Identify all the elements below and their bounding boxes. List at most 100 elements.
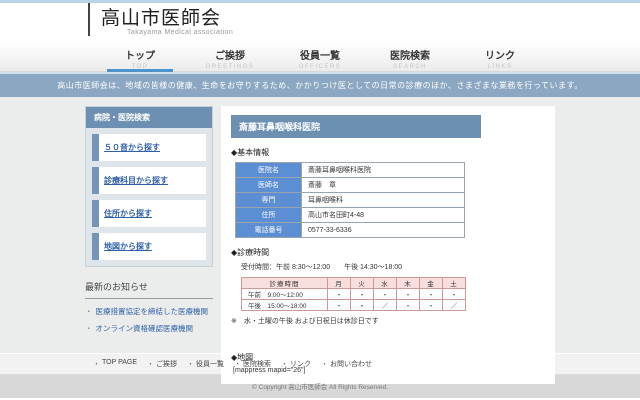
nav-sublabel: OFFICERS — [275, 64, 365, 70]
footer-link-top-page[interactable]: ・ TOP PAGE — [93, 359, 137, 369]
hours-header: 水 — [374, 278, 397, 289]
footer-link-label: リンク — [290, 359, 311, 369]
bullet: ・ — [281, 359, 288, 369]
availability-mark: ・ — [328, 300, 351, 311]
table-row: 電話番号 0577-33-6336 — [236, 223, 465, 238]
table-row: 午後 15:00～18:00 ・ ・ ／ ・ ・ ／ — [242, 300, 466, 311]
table-row: 午前 9:00～12:00 ・ ・ ・ ・ ・ ・ — [242, 289, 466, 300]
hours-heading: ◆診療時間 — [231, 247, 545, 258]
nav-label: リンク — [455, 47, 545, 62]
clinic-name-title: 斎藤耳鼻咽喉科医院 — [231, 115, 481, 138]
consultation-hours-table: 診療時間 月 火 水 木 金 土 午前 9:00～12:00 ・ ・ ・ ・ ・… — [241, 277, 466, 311]
nav-label: 医院検索 — [365, 47, 455, 62]
info-value: 斎藤耳鼻咽喉科医院 — [302, 163, 465, 178]
item-accent-bar — [92, 233, 99, 260]
hours-header: 火 — [351, 278, 374, 289]
site-subtitle: Takayama Medical association — [127, 29, 233, 36]
nav-item-search[interactable]: 医院検索 SEARCH — [365, 42, 455, 71]
availability-mark: ／ — [443, 300, 466, 311]
bullet: ・ — [234, 359, 241, 369]
bullet: ・ — [85, 323, 93, 334]
hours-header: 土 — [443, 278, 466, 289]
main-area: 病院・医院検索 ５０音から探す 診療科目から探す 住所から探す — [0, 97, 640, 353]
map-heading: ◆地図 — [231, 352, 545, 363]
sidebar-item-label: 住所から探す — [99, 200, 157, 227]
item-accent-bar — [92, 167, 99, 194]
footer-link-label: TOP PAGE — [102, 359, 137, 369]
map-shortcode: [mappress mapid="26"] — [233, 367, 545, 374]
nav-item-greetings[interactable]: ご挨拶 GREETINGS — [185, 42, 275, 71]
table-row: 医師名 斎藤 章 — [236, 178, 465, 193]
table-row: 医院名 斎藤耳鼻咽喉科医院 — [236, 163, 465, 178]
availability-mark: ・ — [328, 289, 351, 300]
availability-mark: ／ — [374, 300, 397, 311]
main-nav: トップ TOP ご挨拶 GREETINGS 役員一覧 OFFICERS 医院検索… — [0, 42, 640, 72]
news-link-label: 医療措置協定を締結した医療機関 — [96, 306, 209, 317]
hours-header: 木 — [397, 278, 420, 289]
availability-mark: ・ — [420, 300, 443, 311]
basic-info-table: 医院名 斎藤耳鼻咽喉科医院 医師名 斎藤 章 専門 耳鼻咽喉科 住所 高山市名田… — [235, 162, 465, 238]
news-link-online-certification[interactable]: ・ オンライン資格確認医療機関 — [85, 323, 213, 334]
table-row: 住所 高山市名田町4-48 — [236, 208, 465, 223]
nav-item-officers[interactable]: 役員一覧 OFFICERS — [275, 42, 365, 71]
footer-link-contact[interactable]: ・ お問い合わせ — [321, 359, 372, 369]
info-label: 医師名 — [236, 178, 302, 193]
site-header: 高山市医師会 Takayama Medical association — [0, 3, 640, 42]
footer-link-clinic-search[interactable]: ・ 医院検索 — [234, 359, 271, 369]
info-label: 専門 — [236, 193, 302, 208]
sidebar-item-search-by-map[interactable]: 地図から探す — [92, 233, 206, 260]
news-title: 最新のお知らせ — [85, 280, 213, 299]
hours-header: 月 — [328, 278, 351, 289]
sidebar-item-label: 地図から探す — [99, 233, 157, 260]
intro-banner: 高山市医師会は、地域の皆様の健康、生命をお守りするため、かかりつけ医としての日常… — [0, 74, 640, 97]
site-logo[interactable]: 高山市医師会 Takayama Medical association — [88, 3, 233, 36]
availability-mark: ・ — [443, 289, 466, 300]
info-label: 電話番号 — [236, 223, 302, 238]
nav-label: ご挨拶 — [185, 47, 275, 62]
footer-link-greetings[interactable]: ・ ご挨拶 — [147, 359, 177, 369]
footer-link-label: 役員一覧 — [196, 359, 224, 369]
info-label: 住所 — [236, 208, 302, 223]
bullet: ・ — [147, 359, 154, 369]
clinic-search-box: 病院・医院検索 ５０音から探す 診療科目から探す 住所から探す — [85, 106, 213, 267]
closed-days-note: ※ 水・土曜の午後 および日祝日は休診日です — [231, 316, 545, 326]
site-title: 高山市医師会 — [101, 9, 233, 29]
info-value: 0577-33-6336 — [302, 223, 465, 238]
availability-mark: ・ — [420, 289, 443, 300]
footer-link-label: 医院検索 — [243, 359, 271, 369]
clinic-detail-panel: 斎藤耳鼻咽喉科医院 ◆基本情報 医院名 斎藤耳鼻咽喉科医院 医師名 斎藤 章 専… — [221, 106, 555, 384]
nav-sublabel: LINKS — [455, 64, 545, 70]
sidebar-item-search-by-syllabary[interactable]: ５０音から探す — [92, 134, 206, 161]
sidebar-item-search-by-address[interactable]: 住所から探す — [92, 200, 206, 227]
info-value: 高山市名田町4-48 — [302, 208, 465, 223]
basic-info-heading: ◆基本情報 — [231, 147, 545, 158]
table-header-row: 診療時間 月 火 水 木 金 土 — [242, 278, 466, 289]
nav-item-links[interactable]: リンク LINKS — [455, 42, 545, 71]
active-tab-underline — [107, 69, 173, 72]
news-link-medical-agreement[interactable]: ・ 医療措置協定を締結した医療機関 — [85, 306, 213, 317]
availability-mark: ・ — [351, 289, 374, 300]
item-accent-bar — [92, 200, 99, 227]
footer-link-label: ご挨拶 — [156, 359, 177, 369]
nav-item-top[interactable]: トップ TOP — [95, 42, 185, 71]
sidebar-item-label: 診療科目から探す — [99, 167, 173, 194]
sidebar-item-label: ５０音から探す — [99, 134, 165, 161]
item-accent-bar — [92, 134, 99, 161]
footer-link-links[interactable]: ・ リンク — [281, 359, 311, 369]
bullet: ・ — [85, 306, 93, 317]
reception-hours: 受付時間：午前 8:30～12:00 午後 14:30～18:00 — [241, 262, 545, 272]
nav-label: トップ — [95, 47, 185, 62]
table-row: 専門 耳鼻咽喉科 — [236, 193, 465, 208]
info-value: 斎藤 章 — [302, 178, 465, 193]
bullet: ・ — [93, 359, 100, 369]
bullet: ・ — [187, 359, 194, 369]
news-link-label: オンライン資格確認医療機関 — [96, 323, 194, 334]
availability-mark: ・ — [351, 300, 374, 311]
nav-label: 役員一覧 — [275, 47, 365, 62]
search-box-title: 病院・医院検索 — [86, 107, 212, 128]
footer-link-label: お問い合わせ — [330, 359, 372, 369]
availability-mark: ・ — [374, 289, 397, 300]
time-slot: 午後 15:00～18:00 — [242, 300, 328, 311]
sidebar-item-search-by-department[interactable]: 診療科目から探す — [92, 167, 206, 194]
footer-link-officers[interactable]: ・ 役員一覧 — [187, 359, 224, 369]
